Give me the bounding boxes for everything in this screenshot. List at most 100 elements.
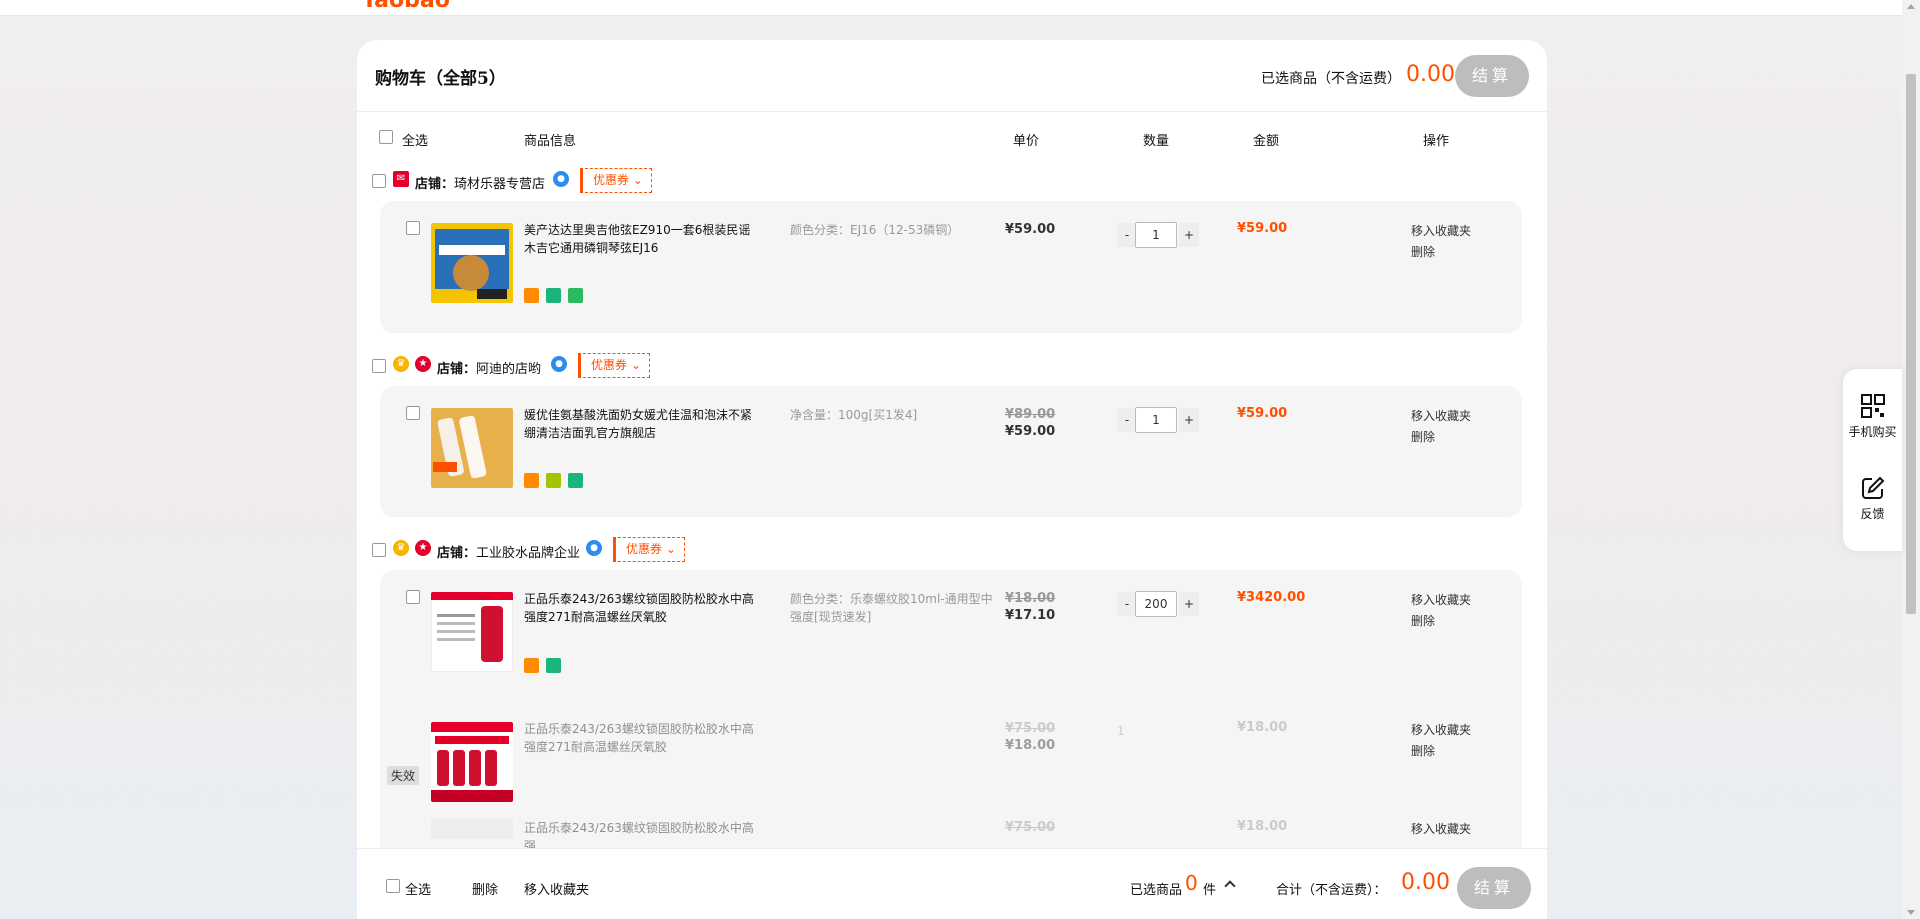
delete-link[interactable]: 删除 [1411,741,1471,762]
shield-icon: ★ [415,356,431,372]
qty-minus-button[interactable]: - [1117,592,1137,616]
product-image[interactable] [431,722,513,802]
unit-price: ¥75.00 ¥18.00 [1005,721,1056,753]
cart-panel: 购物车（全部5） 已选商品（不含运费） 0.00 结算 全选 商品信息 单价 数… [357,40,1547,919]
customer-service-icon[interactable]: ● [551,356,567,372]
shop-checkbox[interactable] [372,543,386,557]
page-scrollbar[interactable] [1902,0,1920,919]
product-image[interactable] [431,592,513,672]
col-amount: 金额 [1253,134,1280,149]
qty-minus-button[interactable]: - [1117,408,1137,432]
shop-name[interactable]: 店铺：琦材乐器专营店 [415,173,545,192]
shop-name[interactable]: 店铺：工业胶水品牌企业 [437,542,580,561]
gold-seller-icon: ♛ [393,540,409,556]
delete-link[interactable]: 删除 [1411,427,1471,448]
shop-row: ✉ 店铺：琦材乐器专营店 ● 优惠券 ⌄ [357,168,1547,194]
footer-total-label: 合计（不含运费）： [1276,883,1387,898]
move-to-favorites-link[interactable]: 移入收藏夹 [1411,406,1471,427]
qty-plus-button[interactable]: + [1179,223,1199,247]
product-image[interactable] [431,223,513,303]
coupon-button[interactable]: 优惠券 ⌄ [578,353,650,378]
product-title[interactable]: 美产达达里奥吉他弦EZ910一套6根装民谣木吉它通用磷铜琴弦EJ16 [524,221,760,257]
seven-day-return-icon [545,288,561,303]
product-image[interactable] [431,819,513,839]
qty-minus-button[interactable]: - [1117,223,1137,247]
footer-select-all-checkbox[interactable] [386,879,400,893]
coupon-button[interactable]: 优惠券 ⌄ [580,168,652,193]
settle-button-bottom[interactable]: 结算 [1457,867,1531,909]
product-title[interactable]: 正品乐泰243/263螺纹锁固胶防松胶水中高强度271耐高温螺丝厌氧胶 [524,590,760,626]
scroll-up-arrow-icon[interactable] [1907,4,1915,9]
qty-plus-button[interactable]: + [1179,592,1199,616]
item-amount: ¥59.00 [1237,221,1288,236]
select-all-label[interactable]: 全选 [402,130,428,149]
credit-card-icon [524,658,539,673]
select-all-checkbox[interactable] [379,130,393,144]
cart-item: 媛优佳氨基酸洗面奶女媛尤佳温和泡沫不紧绷清洁洁面乳官方旗舰店 净含量：100g[… [380,386,1522,516]
scroll-down-arrow-icon[interactable] [1907,910,1915,915]
product-spec[interactable]: 净含量：100g[买1发4] [790,406,995,424]
qty-input[interactable] [1135,591,1177,617]
unit-price: ¥59.00 [1005,222,1056,237]
item-checkbox[interactable] [406,590,420,604]
customer-service-icon[interactable]: ● [586,540,602,556]
product-image[interactable] [431,408,513,488]
shop-row: ♛ ★ 店铺：阿迪的店哟 ● 优惠券 ⌄ [357,353,1547,379]
delete-link[interactable]: 删除 [1411,611,1471,632]
mobile-buy-button[interactable]: 手机购买 [1843,393,1902,440]
product-spec[interactable]: 颜色分类：EJ16（12-53磷铜） [790,221,995,239]
delete-link[interactable]: 删除 [1411,242,1471,263]
unit-price: ¥18.00 ¥17.10 [1005,591,1056,623]
product-title[interactable]: 正品乐泰243/263螺纹锁固胶防松胶水中高强度271耐高温螺丝厌氧胶 [524,720,760,756]
item-amount: ¥59.00 [1237,406,1288,421]
item-checkbox[interactable] [406,221,420,235]
taobao-logo[interactable]: Taobao [362,0,450,13]
credit-card-icon [524,288,539,303]
cart-item: 美产达达里奥吉他弦EZ910一套6根装民谣木吉它通用磷铜琴弦EJ16 颜色分类：… [380,201,1522,331]
selected-amount: 0.00 [1406,62,1455,87]
move-to-favorites-link[interactable]: 移入收藏夹 [1411,221,1471,242]
product-spec[interactable]: 颜色分类：乐泰螺纹胶10ml-通用型中强度[现货速发] [790,590,995,626]
qty-plus-button[interactable]: + [1179,408,1199,432]
item-actions: 移入收藏夹 删除 [1411,221,1471,263]
seven-day-return-icon [545,658,561,673]
footer-move-fav-button[interactable]: 移入收藏夹 [524,879,589,898]
customer-service-icon[interactable]: ● [553,171,569,187]
quantity-value: 1 [1117,724,1125,738]
item-checkbox[interactable] [406,406,420,420]
item-amount: ¥3420.00 [1237,590,1306,605]
feedback-button[interactable]: 反馈 [1843,475,1902,522]
shield-icon: ★ [415,540,431,556]
service-tags [524,473,586,489]
move-to-favorites-link[interactable]: 移入收藏夹 [1411,819,1471,840]
page-title: 购物车（全部5） [375,69,506,89]
eco-icon [545,473,561,488]
scrollbar-thumb[interactable] [1906,74,1916,614]
shop-checkbox[interactable] [372,359,386,373]
product-title[interactable]: 媛优佳氨基酸洗面奶女媛尤佳温和泡沫不紧绷清洁洁面乳官方旗舰店 [524,406,760,442]
qr-code-icon [1860,394,1885,418]
shop-checkbox[interactable] [372,174,386,188]
footer-delete-button[interactable]: 删除 [472,879,498,898]
qty-input[interactable] [1135,407,1177,433]
top-bar: Taobao [0,0,1902,16]
settle-button-top[interactable]: 结算 [1455,55,1529,97]
qty-input[interactable] [1135,222,1177,248]
shop-name[interactable]: 店铺：阿迪的店哟 [437,358,541,377]
item-actions: 移入收藏夹 删除 [1411,720,1471,762]
chevron-up-icon[interactable] [1224,880,1236,892]
coupon-button[interactable]: 优惠券 ⌄ [613,537,685,562]
footer-select-all-label[interactable]: 全选 [405,879,431,898]
item-amount: ¥18.00 [1237,819,1288,834]
guarantee-icon [567,288,583,303]
footer-total-amount: 0.00 [1401,870,1450,895]
unit-price: ¥89.00 ¥59.00 [1005,407,1056,439]
move-to-favorites-link[interactable]: 移入收藏夹 [1411,720,1471,741]
feedback-label: 反馈 [1860,507,1885,521]
item-amount: ¥18.00 [1237,720,1288,735]
item-actions: 移入收藏夹 [1411,819,1471,840]
shop-items: 正品乐泰243/263螺纹锁固胶防松胶水中高强度271耐高温螺丝厌氧胶 颜色分类… [380,570,1522,890]
move-to-favorites-link[interactable]: 移入收藏夹 [1411,590,1471,611]
cart-item: 正品乐泰243/263螺纹锁固胶防松胶水中高强度271耐高温螺丝厌氧胶 颜色分类… [380,570,1522,700]
invalid-badge: 失效 [387,766,420,785]
